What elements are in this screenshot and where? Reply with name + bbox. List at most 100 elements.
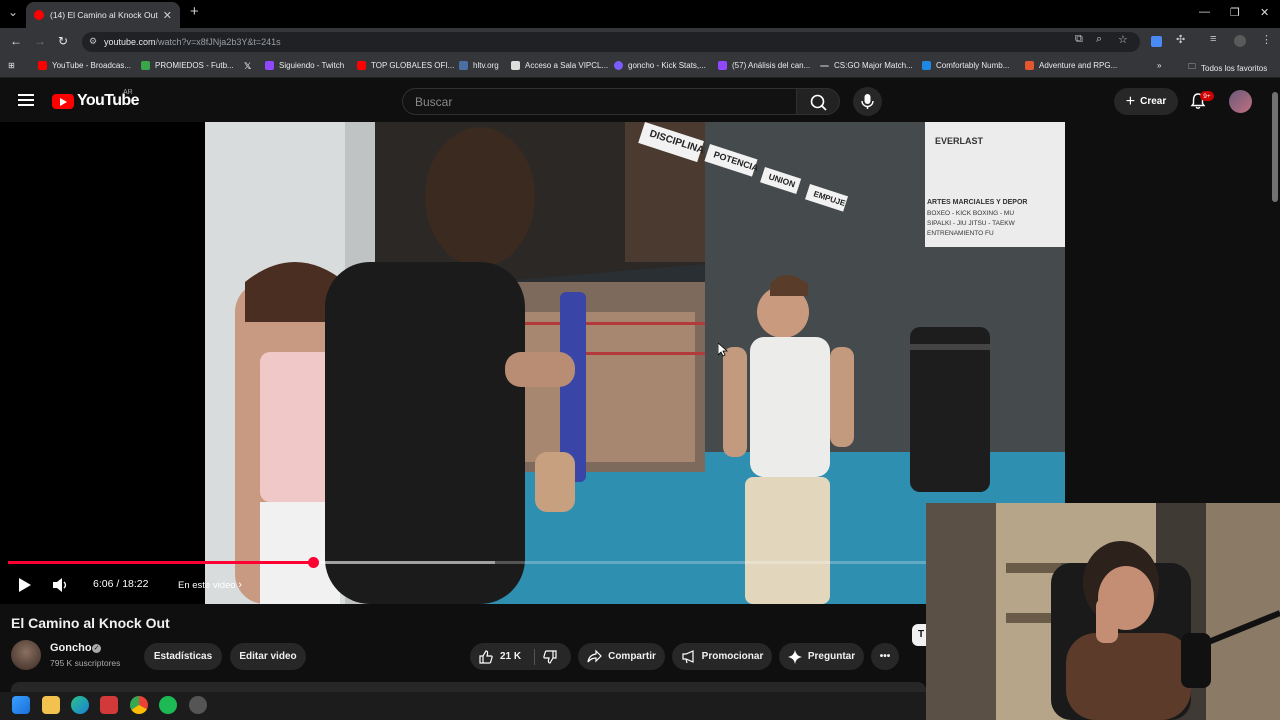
share-label: Compartir bbox=[608, 651, 656, 662]
bookmark-label: Adventure and RPG... bbox=[1039, 61, 1118, 70]
bookmark-item[interactable]: YouTube - Broadcas... bbox=[38, 61, 131, 70]
edge-icon[interactable] bbox=[71, 696, 89, 714]
bookmark-item[interactable]: TOP GLOBALES OFI... bbox=[357, 61, 454, 70]
progress-scrubber[interactable] bbox=[307, 557, 319, 568]
minimize-icon[interactable]: — bbox=[1199, 6, 1210, 18]
like-dislike-group: 21 K bbox=[470, 643, 571, 670]
mouse-cursor-icon bbox=[718, 343, 728, 357]
account-avatar[interactable] bbox=[1229, 90, 1252, 113]
promiedos-icon bbox=[141, 61, 150, 70]
brand-sign: EVERLAST bbox=[935, 136, 984, 146]
media-control-icon[interactable]: ≡ bbox=[1210, 33, 1216, 45]
channel-avatar[interactable] bbox=[11, 640, 41, 670]
board-text: ENTRENAMIENTO FU bbox=[927, 230, 994, 237]
bookmark-label: goncho - Kick Stats,... bbox=[628, 61, 706, 70]
megaphone-icon bbox=[682, 650, 694, 664]
bookmark-item[interactable]: Adventure and RPG... bbox=[1025, 61, 1117, 70]
create-button[interactable]: + Crear bbox=[1114, 88, 1178, 115]
board-text: BOXEO - KICK BOXING - MU bbox=[927, 210, 1014, 217]
bookmark-label: Siguiendo - Twitch bbox=[279, 61, 345, 70]
share-icon bbox=[587, 649, 602, 663]
bookmark-item[interactable]: (57) Análisis del can... bbox=[718, 61, 810, 70]
channel-name[interactable]: Goncho bbox=[50, 642, 92, 654]
chrome-menu-icon[interactable]: ⋮ bbox=[1261, 33, 1272, 46]
address-bar[interactable]: youtube.com/watch?v=x8fJNja2b3Y&t=241s bbox=[82, 32, 1140, 52]
search-input[interactable] bbox=[415, 94, 796, 109]
volume-icon[interactable] bbox=[52, 577, 68, 593]
tab-title: (14) El Camino al Knock Out bbox=[50, 10, 158, 20]
bookmark-item[interactable]: Siguiendo - Twitch bbox=[265, 61, 344, 70]
search-icon bbox=[810, 94, 827, 111]
window-close-icon[interactable]: ✕ bbox=[1260, 6, 1269, 19]
hamburger-menu-icon[interactable] bbox=[18, 94, 34, 106]
youtube-icon bbox=[357, 61, 366, 70]
windows-start-icon[interactable] bbox=[12, 696, 30, 714]
tab-search-icon[interactable]: ⌄ bbox=[8, 5, 18, 19]
sala-vip-icon bbox=[511, 61, 520, 70]
bookmark-item[interactable]: 𝕏 bbox=[244, 61, 251, 72]
bookmark-item[interactable]: Acceso a Sala VIPCL... bbox=[511, 61, 608, 70]
profile-icon[interactable] bbox=[1234, 35, 1246, 47]
webcam-feed bbox=[926, 503, 1280, 720]
chrome-icon[interactable] bbox=[130, 696, 148, 714]
chapter-button[interactable]: En este video › bbox=[178, 579, 242, 591]
csgo-icon bbox=[820, 64, 829, 67]
url-host: youtube.com bbox=[104, 37, 156, 47]
extension-icon[interactable] bbox=[1151, 36, 1162, 47]
bookmark-item[interactable]: hltv.org bbox=[459, 61, 499, 70]
dislike-icon[interactable] bbox=[542, 649, 558, 665]
install-app-icon[interactable]: ⧉ bbox=[1075, 33, 1083, 46]
bookmark-star-icon[interactable]: ☆ bbox=[1118, 33, 1128, 46]
extensions-puzzle-icon[interactable]: ✣ bbox=[1176, 33, 1185, 46]
reload-icon[interactable]: ↻ bbox=[58, 34, 68, 48]
search-box[interactable] bbox=[402, 88, 796, 115]
promote-button[interactable]: Promocionar bbox=[672, 643, 772, 670]
video-title: El Camino al Knock Out bbox=[11, 615, 170, 631]
share-button[interactable]: Compartir bbox=[578, 643, 665, 670]
verified-check-icon: ✓ bbox=[92, 644, 101, 653]
all-bookmarks-folder[interactable]: 🗀 Todos los favoritos bbox=[1188, 61, 1267, 75]
stats-button[interactable]: Estadísticas bbox=[144, 643, 222, 670]
restore-icon[interactable]: ❐ bbox=[1230, 6, 1240, 19]
netflix-app-icon[interactable] bbox=[100, 696, 118, 714]
more-bookmarks-icon[interactable]: » bbox=[1157, 61, 1161, 70]
more-horizontal-icon: ••• bbox=[879, 651, 891, 662]
notifications-badge: 9+ bbox=[1200, 91, 1214, 101]
apps-grid-icon[interactable]: ⊞ bbox=[8, 61, 15, 70]
new-tab-icon[interactable]: + bbox=[190, 3, 199, 20]
bookmark-item[interactable]: CS:GO Major Match... bbox=[820, 61, 913, 70]
forward-icon[interactable]: → bbox=[34, 34, 46, 48]
bookmark-label: hltv.org bbox=[473, 61, 499, 70]
play-icon[interactable] bbox=[16, 577, 32, 593]
bookmark-item[interactable]: PROMIEDOS - Futb... bbox=[141, 61, 234, 70]
like-count[interactable]: 21 K bbox=[500, 651, 521, 662]
scrollbar-thumb[interactable] bbox=[1272, 92, 1278, 202]
like-divider bbox=[534, 649, 535, 665]
plus-icon: + bbox=[1125, 92, 1136, 110]
voice-search-button[interactable] bbox=[853, 87, 882, 116]
bookmark-item[interactable]: goncho - Kick Stats,... bbox=[614, 61, 706, 70]
bookmark-label: PROMIEDOS - Futb... bbox=[155, 61, 234, 70]
description-box[interactable] bbox=[11, 682, 926, 692]
file-explorer-icon[interactable] bbox=[42, 696, 60, 714]
search-button[interactable] bbox=[796, 88, 840, 115]
edit-video-button[interactable]: Editar video bbox=[230, 643, 306, 670]
twitch-icon bbox=[718, 61, 727, 70]
board-text: SIPALKI - JIU JITSU - TAEKW bbox=[927, 220, 1016, 227]
spotify-icon[interactable] bbox=[159, 696, 177, 714]
app-icon[interactable] bbox=[189, 696, 207, 714]
close-tab-icon[interactable]: ✕ bbox=[163, 9, 172, 22]
back-icon[interactable]: ← bbox=[10, 34, 22, 48]
stats-label: Estadísticas bbox=[153, 651, 213, 662]
progress-played bbox=[8, 561, 313, 564]
browser-tab-active[interactable]: (14) El Camino al Knock Out ✕ bbox=[26, 2, 180, 28]
youtube-favicon-icon bbox=[34, 10, 44, 20]
zoom-icon[interactable]: ⌕ bbox=[1096, 33, 1102, 46]
like-icon[interactable] bbox=[478, 649, 494, 665]
comfortably-numb-icon bbox=[922, 61, 931, 70]
more-actions-button[interactable]: ••• bbox=[871, 643, 899, 670]
youtube-play-logo-icon bbox=[52, 93, 74, 109]
ask-button[interactable]: Preguntar bbox=[779, 643, 864, 670]
site-info-icon[interactable]: ⚙ bbox=[89, 36, 97, 47]
bookmark-item[interactable]: Comfortably Numb... bbox=[922, 61, 1009, 70]
